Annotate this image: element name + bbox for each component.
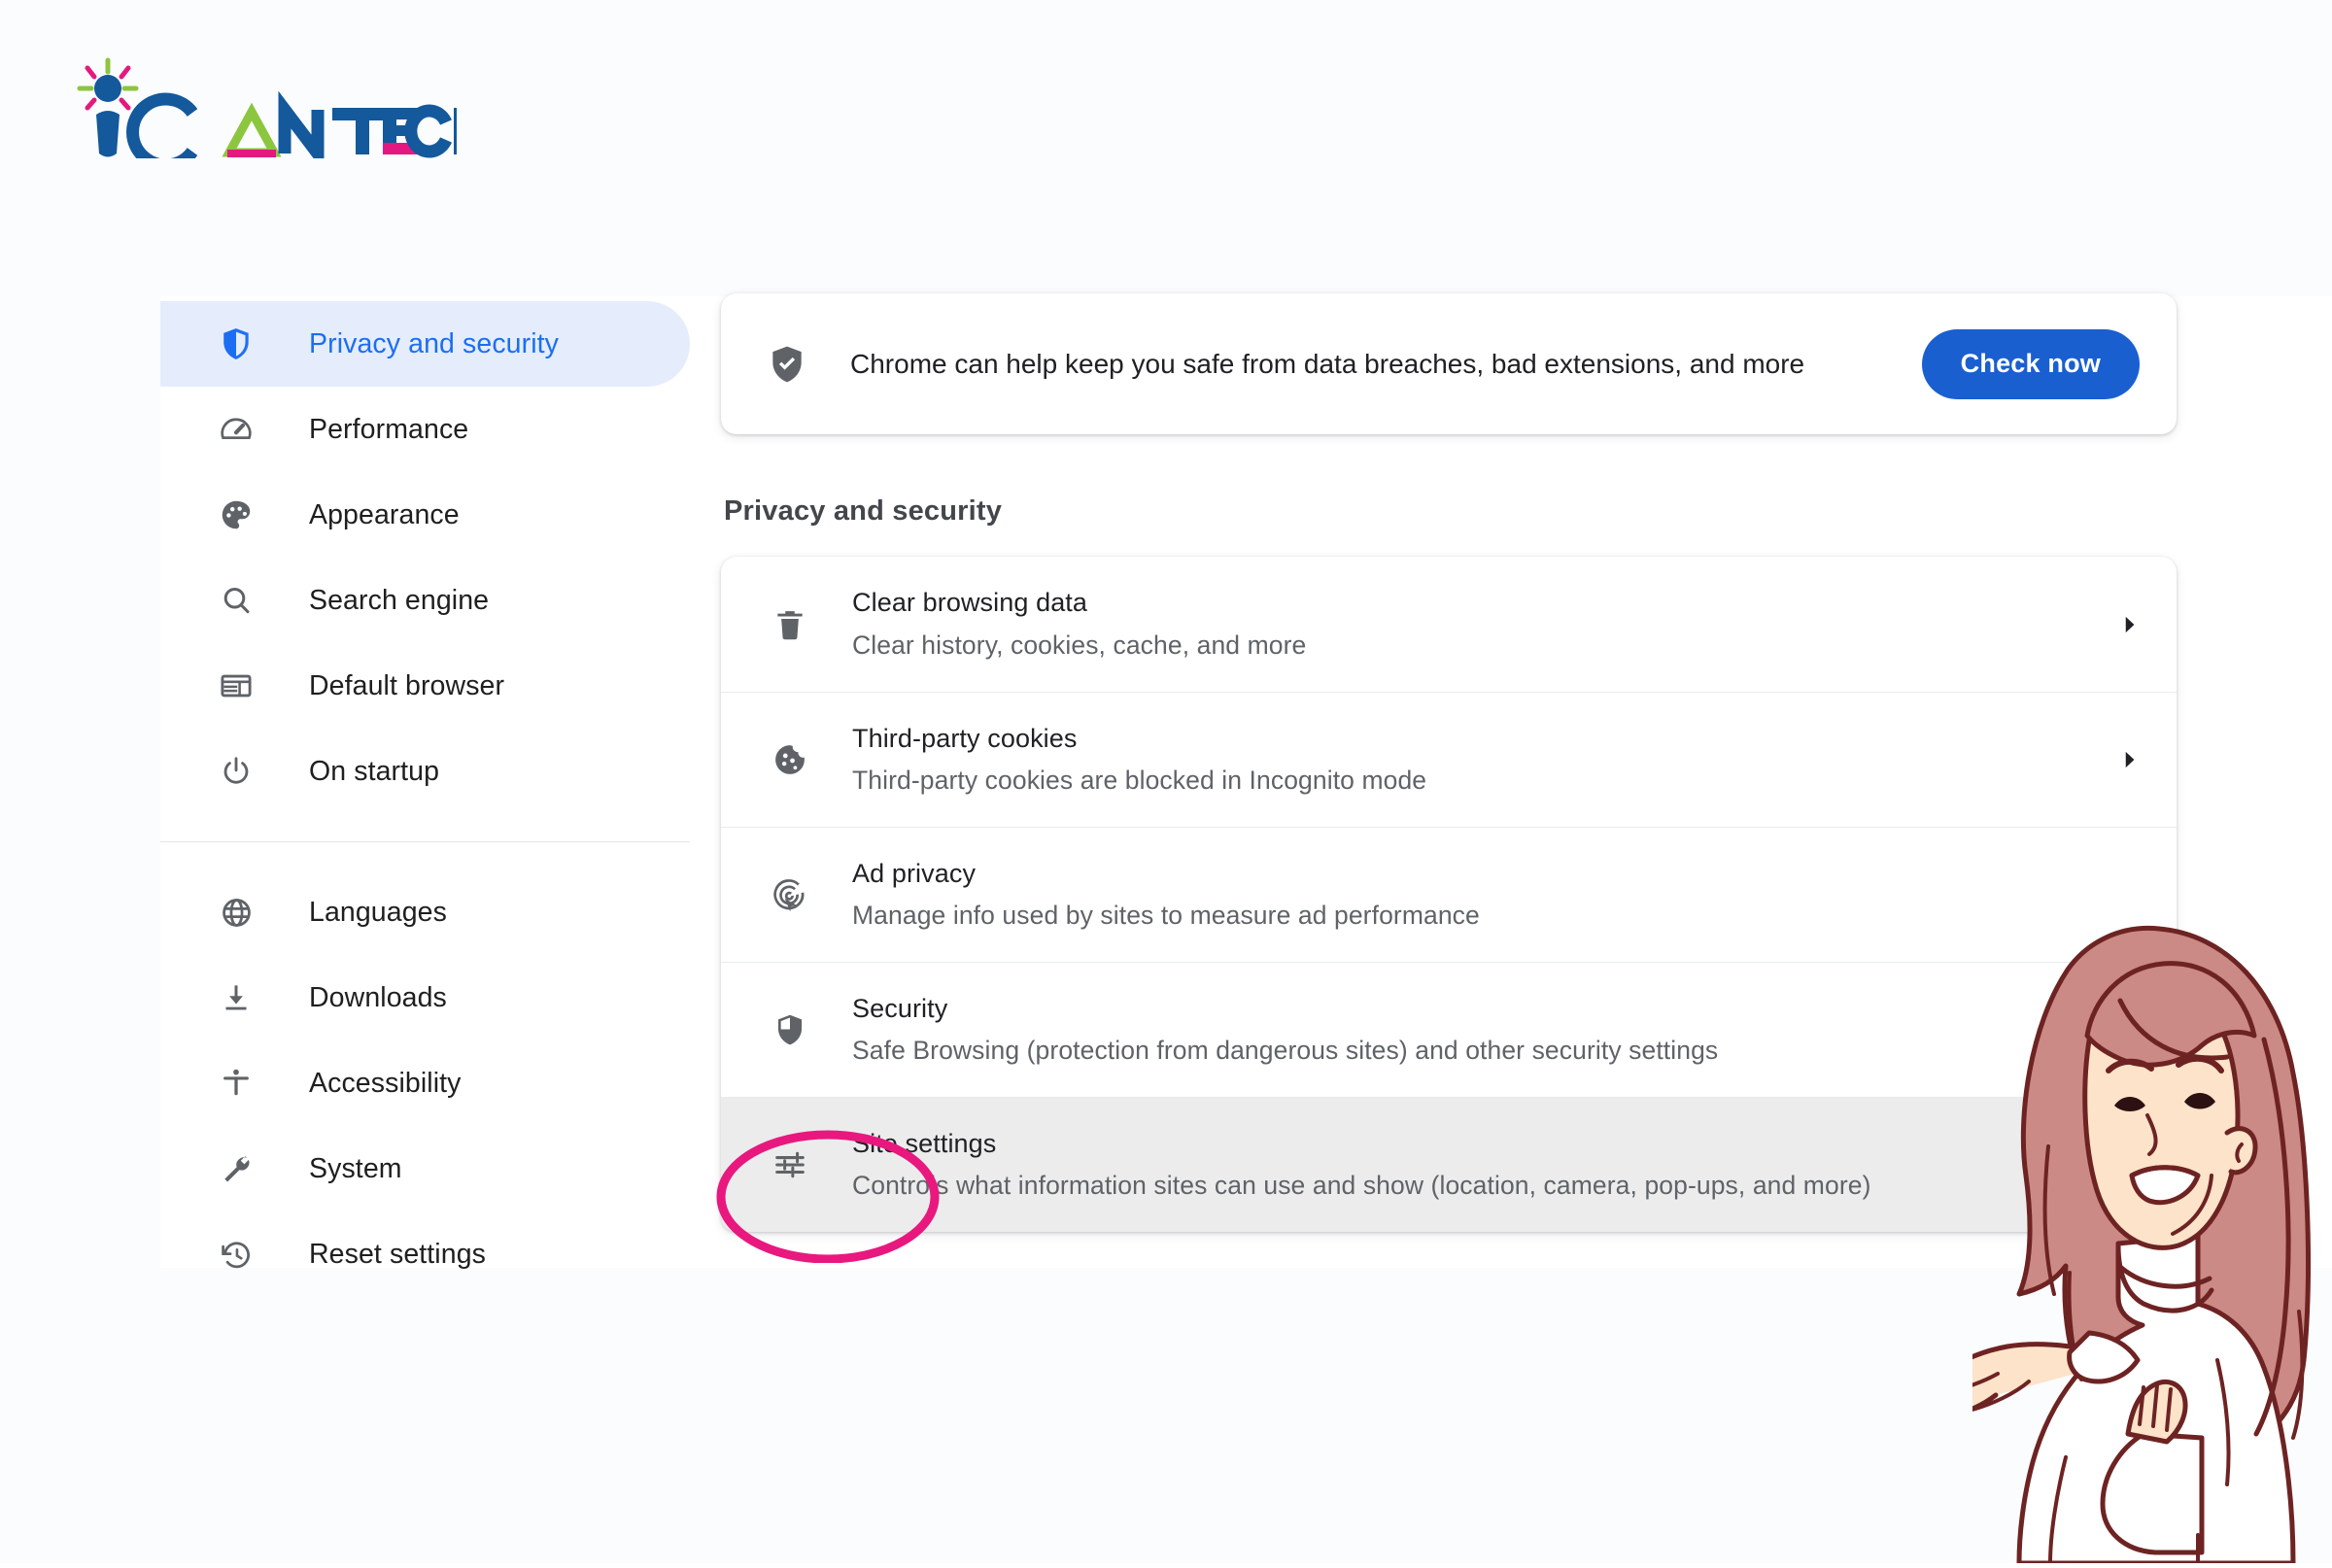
settings-row-security[interactable]: Security Safe Browsing (protection from … xyxy=(721,962,2177,1097)
settings-row-subtitle: Manage info used by sites to measure ad … xyxy=(852,901,1480,931)
privacy-settings-list: Clear browsing data Clear history, cooki… xyxy=(721,557,2177,1232)
settings-row-subtitle: Safe Browsing (protection from dangerous… xyxy=(852,1036,1719,1066)
sidebar-item-downloads[interactable]: Downloads xyxy=(160,955,690,1040)
sidebar-item-label: Appearance xyxy=(309,498,460,530)
sidebar-item-label: Accessibility xyxy=(309,1067,462,1099)
settings-row-site-settings[interactable]: Site settings Controls what information … xyxy=(721,1097,2177,1232)
sidebar-group-primary: Privacy and security Performance Appeara… xyxy=(160,301,690,814)
sidebar-item-label: Performance xyxy=(309,413,469,445)
ican-tech-logo xyxy=(49,56,457,158)
settings-row-text: Third-party cookies Third-party cookies … xyxy=(852,721,2114,799)
sidebar-item-label: System xyxy=(309,1152,402,1184)
sidebar-item-performance[interactable]: Performance xyxy=(160,387,690,472)
settings-row-title: Security xyxy=(852,993,948,1023)
sidebar-divider xyxy=(160,841,690,842)
settings-main-panel: Chrome can help keep you safe from data … xyxy=(721,293,2177,1232)
sidebar-item-label: Search engine xyxy=(309,584,490,616)
sidebar-item-privacy-and-security[interactable]: Privacy and security xyxy=(160,301,690,387)
sidebar-item-languages[interactable]: Languages xyxy=(160,869,690,955)
sidebar-item-search-engine[interactable]: Search engine xyxy=(160,558,690,643)
safety-check-message: Chrome can help keep you safe from data … xyxy=(850,348,1805,379)
chevron-right-icon[interactable] xyxy=(2114,612,2143,637)
chevron-right-icon[interactable] xyxy=(2114,747,2143,772)
sidebar-item-label: Languages xyxy=(309,896,447,928)
safety-check-card: Chrome can help keep you safe from data … xyxy=(721,293,2177,434)
settings-row-text: Security Safe Browsing (protection from … xyxy=(852,991,2114,1069)
cookie-icon xyxy=(768,737,812,782)
settings-sidebar[interactable]: Privacy and security Performance Appeara… xyxy=(160,301,690,1297)
settings-row-clear-browsing-data[interactable]: Clear browsing data Clear history, cooki… xyxy=(721,557,2177,692)
settings-row-title: Ad privacy xyxy=(852,858,977,888)
sidebar-item-on-startup[interactable]: On startup xyxy=(160,729,690,814)
accessibility-icon xyxy=(214,1061,258,1106)
sidebar-item-label: Default browser xyxy=(309,669,505,701)
settings-row-text: Clear browsing data Clear history, cooki… xyxy=(852,585,2114,663)
sidebar-item-default-browser[interactable]: Default browser xyxy=(160,643,690,729)
history-restore-icon xyxy=(214,1232,258,1277)
settings-row-subtitle: Controls what information sites can use … xyxy=(852,1171,1871,1201)
sidebar-item-appearance[interactable]: Appearance xyxy=(160,472,690,558)
ad-target-icon xyxy=(768,872,812,917)
settings-row-text: Ad privacy Manage info used by sites to … xyxy=(852,856,2114,934)
settings-row-subtitle: Third-party cookies are blocked in Incog… xyxy=(852,766,1427,796)
sliders-icon xyxy=(768,1142,812,1187)
settings-row-text: Site settings Controls what information … xyxy=(852,1126,2114,1204)
sidebar-item-label: Reset settings xyxy=(309,1238,486,1270)
settings-row-third-party-cookies[interactable]: Third-party cookies Third-party cookies … xyxy=(721,692,2177,827)
sidebar-item-reset-settings[interactable]: Reset settings xyxy=(160,1211,690,1297)
sidebar-item-label: Downloads xyxy=(309,981,447,1013)
sidebar-item-label: Privacy and security xyxy=(309,327,560,359)
sidebar-group-secondary: Languages Downloads Accessibility System… xyxy=(160,869,690,1297)
download-icon xyxy=(214,975,258,1020)
globe-icon xyxy=(214,890,258,935)
check-now-button[interactable]: Check now xyxy=(1921,328,2140,399)
shield-icon xyxy=(214,322,258,366)
settings-row-ad-privacy[interactable]: Ad privacy Manage info used by sites to … xyxy=(721,827,2177,962)
sidebar-item-system[interactable]: System xyxy=(160,1126,690,1211)
wrench-icon xyxy=(214,1146,258,1191)
settings-row-title: Third-party cookies xyxy=(852,723,1078,753)
settings-row-subtitle: Clear history, cookies, cache, and more xyxy=(852,630,1307,660)
browser-window-icon xyxy=(214,664,258,708)
sidebar-item-accessibility[interactable]: Accessibility xyxy=(160,1040,690,1126)
speedometer-icon xyxy=(214,407,258,452)
sidebar-item-label: On startup xyxy=(309,755,440,787)
settings-row-title: Clear browsing data xyxy=(852,588,1088,618)
page-title: Privacy and security xyxy=(724,495,1003,527)
search-icon xyxy=(214,578,258,623)
palette-icon xyxy=(214,493,258,537)
power-icon xyxy=(214,749,258,794)
shield-icon xyxy=(768,1007,812,1052)
trash-icon xyxy=(768,602,812,647)
settings-row-title: Site settings xyxy=(852,1128,997,1158)
shield-check-icon xyxy=(766,343,808,386)
